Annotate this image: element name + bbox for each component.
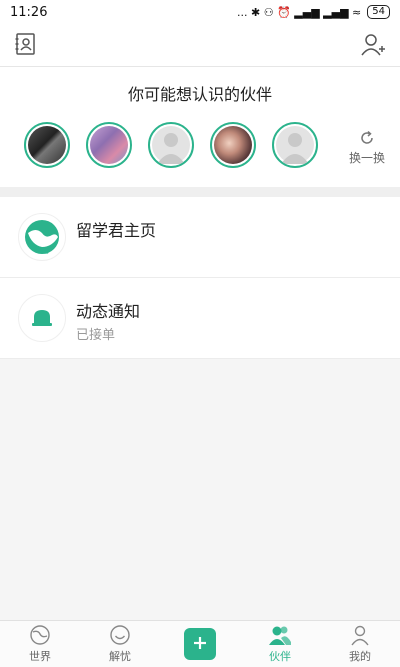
list-item-notifications[interactable]: 动态通知 已接单 [0,278,400,359]
avatar-2[interactable] [86,122,132,168]
swap-button[interactable]: 换一换 [342,129,392,166]
list-item-title: 留学君主页 [76,221,157,240]
refresh-icon [361,130,373,144]
tab-label: 我的 [349,650,371,663]
battery-icon: 54 [367,5,390,19]
globe-logo-icon [18,213,66,261]
swap-label: 换一换 [348,151,385,165]
top-bar [0,24,400,67]
plus-icon [184,628,216,660]
status-bar: 11:26 ... ✱ ⚇ ⏰ ▂▄▆ ▂▄▆ ≈ 54 [0,0,400,24]
avatar-3[interactable] [148,122,194,168]
tab-partners[interactable]: 伙伴 [240,621,320,667]
friends-icon [269,626,291,645]
suggested-partners-title: 你可能想认识的伙伴 [127,85,272,104]
tab-add[interactable] [160,621,240,667]
avatar-5[interactable] [272,122,318,168]
globe-icon [30,625,50,645]
list-item-subtitle: 已接单 [76,328,116,343]
section-divider [0,187,400,197]
feature-list: 留学君主页 动态通知 已接单 [0,197,400,359]
smile-icon [110,625,130,645]
tab-label: 世界 [29,650,51,663]
contacts-book-icon[interactable] [14,32,38,56]
suggested-partners-section: 你可能想认识的伙伴 换一换 [0,67,400,187]
tab-relief[interactable]: 解忧 [80,621,160,667]
tab-label: 解忧 [109,650,131,663]
avatar-4[interactable] [210,122,256,168]
status-indicators: ... ✱ ⚇ ⏰ ▂▄▆ ▂▄▆ ≈ [237,5,362,19]
avatar-1[interactable] [24,122,70,168]
tab-mine[interactable]: 我的 [320,621,400,667]
person-icon [351,625,369,646]
status-time: 11:26 [10,4,48,20]
bell-icon [18,294,66,342]
list-item-title: 动态通知 [76,302,141,321]
tab-label: 伙伴 [269,650,291,663]
add-friend-icon[interactable] [360,32,386,58]
status-icons: ... ✱ ⚇ ⏰ ▂▄▆ ▂▄▆ ≈ 54 [237,5,390,19]
tab-world[interactable]: 世界 [0,621,80,667]
bottom-tab-bar: 世界 解忧 伙伴 我的 [0,620,400,667]
list-item-homepage[interactable]: 留学君主页 [0,197,400,278]
